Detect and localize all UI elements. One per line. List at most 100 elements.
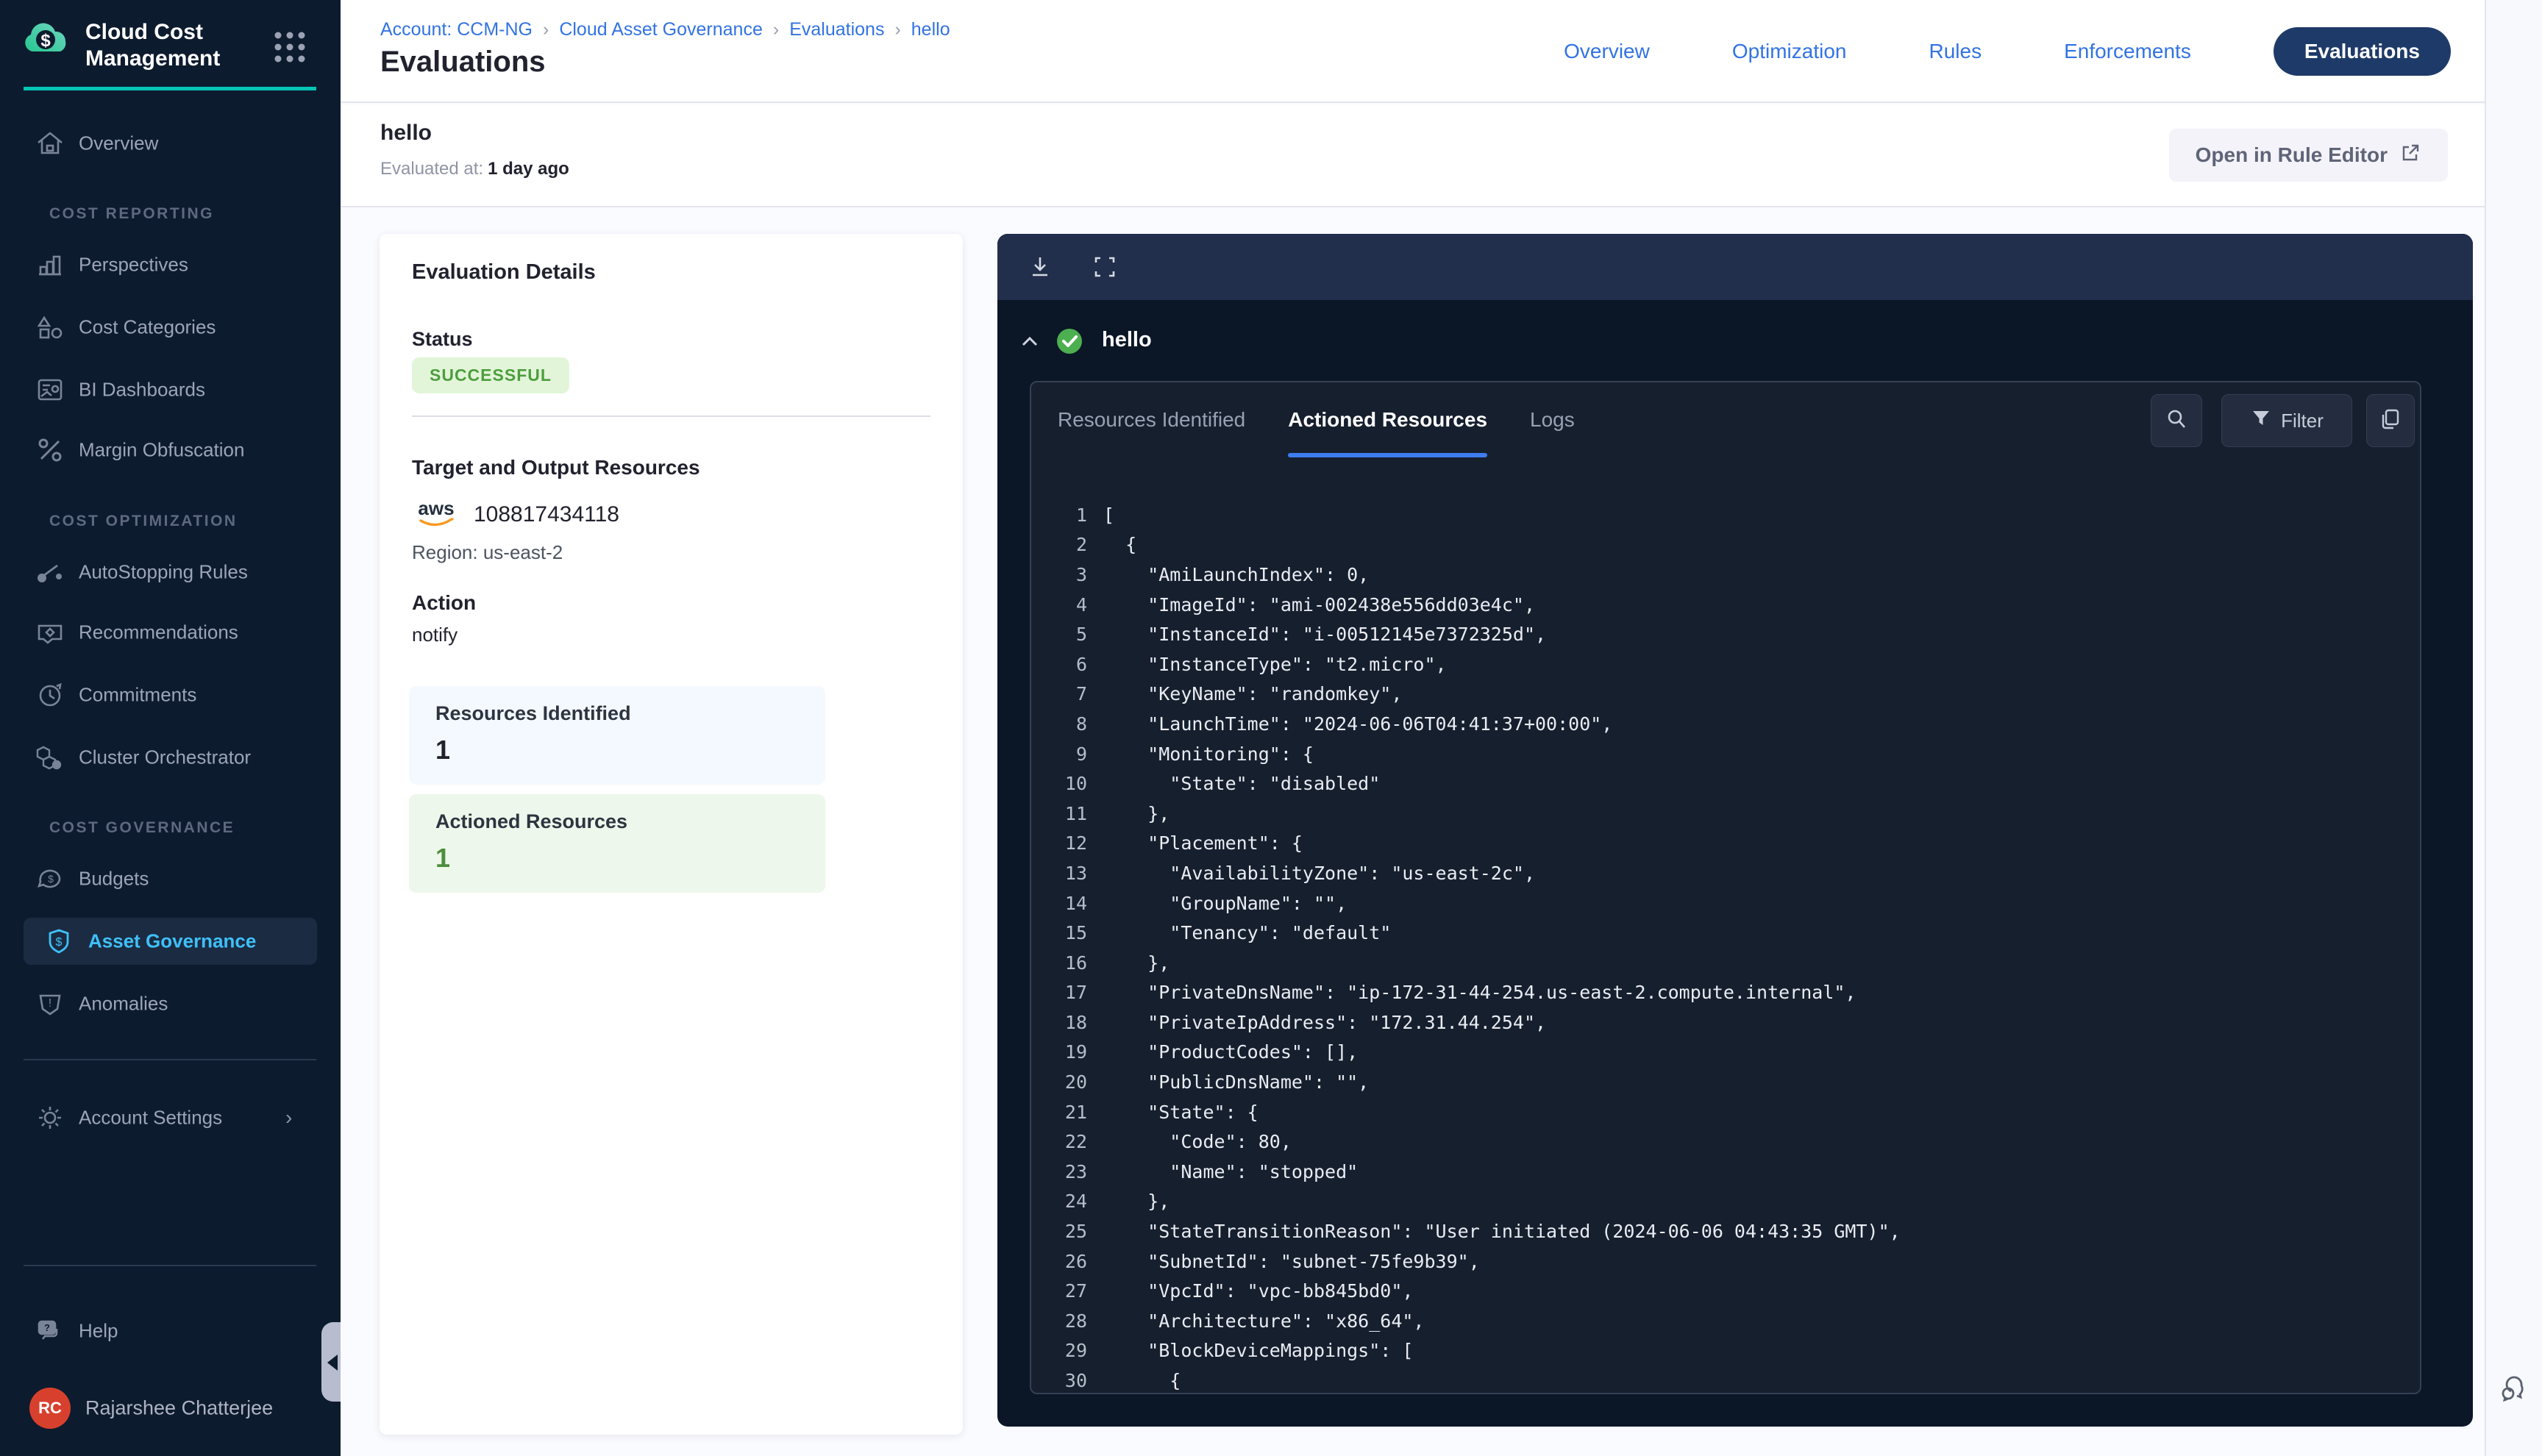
sidebar-item-label: Recommendations	[79, 621, 238, 644]
sidebar-item-label: Margin Obfuscation	[79, 439, 244, 462]
sidebar-item-account-settings[interactable]: Account Settings ›	[0, 1094, 341, 1141]
breadcrumb-cloud-asset-governance[interactable]: Cloud Asset Governance	[559, 19, 763, 40]
aws-logo-icon: aws	[412, 496, 460, 533]
code-line: 30 {	[1031, 1366, 2415, 1396]
details-title: Evaluation Details	[412, 260, 596, 285]
code-text: "Code": 80,	[1087, 1131, 1292, 1152]
line-number: 2	[1031, 534, 1087, 555]
target-account-row: aws 108817434118	[412, 496, 619, 533]
resources-card: Resources Identified Actioned Resources …	[1030, 381, 2421, 1394]
code-text: "ImageId": "ami-002438e556dd03e4c",	[1087, 594, 1535, 615]
filter-button[interactable]: Filter	[2221, 394, 2352, 447]
chevron-up-icon[interactable]	[1021, 335, 1039, 351]
line-number: 17	[1031, 982, 1087, 1003]
fullscreen-icon[interactable]	[1092, 254, 1118, 284]
sidebar-item-autostopping-rules[interactable]: AutoStopping Rules	[0, 549, 341, 596]
breadcrumb: Account: CCM-NG › Cloud Asset Governance…	[380, 19, 950, 40]
code-text: },	[1087, 1191, 1169, 1212]
breadcrumb-account[interactable]: Account: CCM-NG	[380, 19, 533, 40]
evaluation-row[interactable]: hello	[997, 319, 2473, 363]
search-button[interactable]	[2151, 394, 2202, 447]
module-accent-bar	[24, 87, 316, 90]
sidebar-item-overview[interactable]: Overview	[0, 120, 341, 167]
sidebar-item-commitments[interactable]: Commitments	[0, 671, 341, 718]
code-line: 13 "AvailabilityZone": "us-east-2c",	[1031, 858, 2415, 888]
line-number: 14	[1031, 893, 1087, 914]
filter-funnel-icon	[2250, 407, 2272, 435]
line-number: 5	[1031, 624, 1087, 645]
download-icon[interactable]	[1027, 254, 1053, 284]
copy-icon	[2378, 407, 2403, 435]
code-text: "ProductCodes": [],	[1087, 1041, 1358, 1063]
aws-account-id: 108817434118	[474, 502, 619, 527]
code-line: 22 "Code": 80,	[1031, 1127, 2415, 1157]
tab-optimization[interactable]: Optimization	[1732, 40, 1847, 63]
sidebar-item-bi-dashboards[interactable]: BI Dashboards	[0, 366, 341, 413]
breadcrumb-separator: ›	[543, 19, 549, 40]
tab-actioned-resources[interactable]: Actioned Resources	[1288, 382, 1487, 457]
code-line: 2 {	[1031, 530, 2415, 560]
sidebar-item-cost-categories[interactable]: Cost Categories	[0, 304, 341, 351]
evaluation-viewer-panel: hello Resources Identified Actioned Reso…	[997, 234, 2473, 1427]
sidebar-item-budgets[interactable]: $ Budgets	[0, 855, 341, 902]
tab-rules[interactable]: Rules	[1929, 40, 1982, 63]
sidebar-item-margin-obfuscation[interactable]: Margin Obfuscation	[0, 427, 341, 474]
sidebar-item-recommendations[interactable]: Recommendations	[0, 609, 341, 656]
line-number: 4	[1031, 594, 1087, 615]
svg-text:$: $	[56, 936, 63, 949]
piggy-bank-icon: $	[32, 863, 68, 894]
copy-button[interactable]	[2366, 394, 2415, 447]
autostopping-icon	[32, 557, 68, 588]
code-line: 3 "AmiLaunchIndex": 0,	[1031, 560, 2415, 590]
tab-resources-identified[interactable]: Resources Identified	[1058, 382, 1245, 457]
sidebar-item-cluster-orchestrator[interactable]: Cluster Orchestrator	[0, 734, 341, 781]
evaluated-at-label: Evaluated at:	[380, 159, 483, 179]
breadcrumb-hello[interactable]: hello	[911, 19, 950, 40]
sidebar-item-help[interactable]: ? Help	[0, 1307, 341, 1355]
filter-label: Filter	[2281, 410, 2324, 432]
line-number: 19	[1031, 1041, 1087, 1063]
sidebar-item-label: Cluster Orchestrator	[79, 746, 251, 769]
code-text: {	[1087, 1370, 1181, 1391]
app-title: Cloud Cost Management	[85, 19, 262, 72]
feedback-chat-icon[interactable]	[2498, 1372, 2532, 1410]
gear-icon	[32, 1102, 68, 1133]
code-line: 29 "BlockDeviceMappings": [	[1031, 1336, 2415, 1366]
code-line: 8 "LaunchTime": "2024-06-06T04:41:37+00:…	[1031, 709, 2415, 739]
sidebar-item-anomalies[interactable]: ! Anomalies	[0, 980, 341, 1027]
code-text: "Tenancy": "default"	[1087, 922, 1391, 943]
sidebar-item-label: Perspectives	[79, 254, 188, 276]
tab-evaluations-active[interactable]: Evaluations	[2274, 27, 2451, 76]
sidebar-item-asset-governance[interactable]: $ Asset Governance	[24, 918, 317, 965]
tab-logs[interactable]: Logs	[1530, 382, 1575, 457]
code-line: 1[	[1031, 500, 2415, 530]
sidebar-item-label: Account Settings	[79, 1107, 222, 1130]
code-line: 27 "VpcId": "vpc-bb845bd0",	[1031, 1276, 2415, 1306]
chevron-right-icon: ›	[285, 1106, 292, 1130]
hexagons-icon	[32, 742, 68, 773]
actioned-resources-value: 1	[435, 843, 450, 874]
region-text: Region: us-east-2	[412, 541, 563, 564]
sidebar-user[interactable]: RC Rajarshee Chatterjee	[0, 1385, 341, 1432]
module-grid-icon[interactable]	[271, 28, 309, 70]
code-line: 18 "PrivateIpAddress": "172.31.44.254",	[1031, 1007, 2415, 1038]
line-number: 9	[1031, 743, 1087, 765]
tab-enforcements[interactable]: Enforcements	[2064, 40, 2191, 63]
code-area[interactable]: 1[2 {3 "AmiLaunchIndex": 0,4 "ImageId": …	[1031, 500, 2415, 1396]
tab-overview[interactable]: Overview	[1564, 40, 1650, 63]
line-number: 11	[1031, 803, 1087, 824]
line-number: 27	[1031, 1280, 1087, 1302]
code-line: 24 },	[1031, 1187, 2415, 1217]
open-in-rule-editor-button[interactable]: Open in Rule Editor	[2169, 129, 2448, 182]
sidebar-item-perspectives[interactable]: Perspectives	[0, 241, 341, 288]
svg-text:$: $	[48, 873, 54, 885]
percent-icon	[32, 435, 68, 465]
viewer-toolbar	[997, 234, 2473, 300]
breadcrumb-evaluations[interactable]: Evaluations	[789, 19, 884, 40]
code-line: 7 "KeyName": "randomkey",	[1031, 679, 2415, 710]
user-avatar: RC	[29, 1388, 71, 1429]
page-title: Evaluations	[380, 46, 546, 79]
code-text: "State": "disabled"	[1087, 773, 1380, 794]
code-line: 14 "GroupName": "",	[1031, 888, 2415, 918]
dashboard-image-icon	[32, 374, 68, 405]
